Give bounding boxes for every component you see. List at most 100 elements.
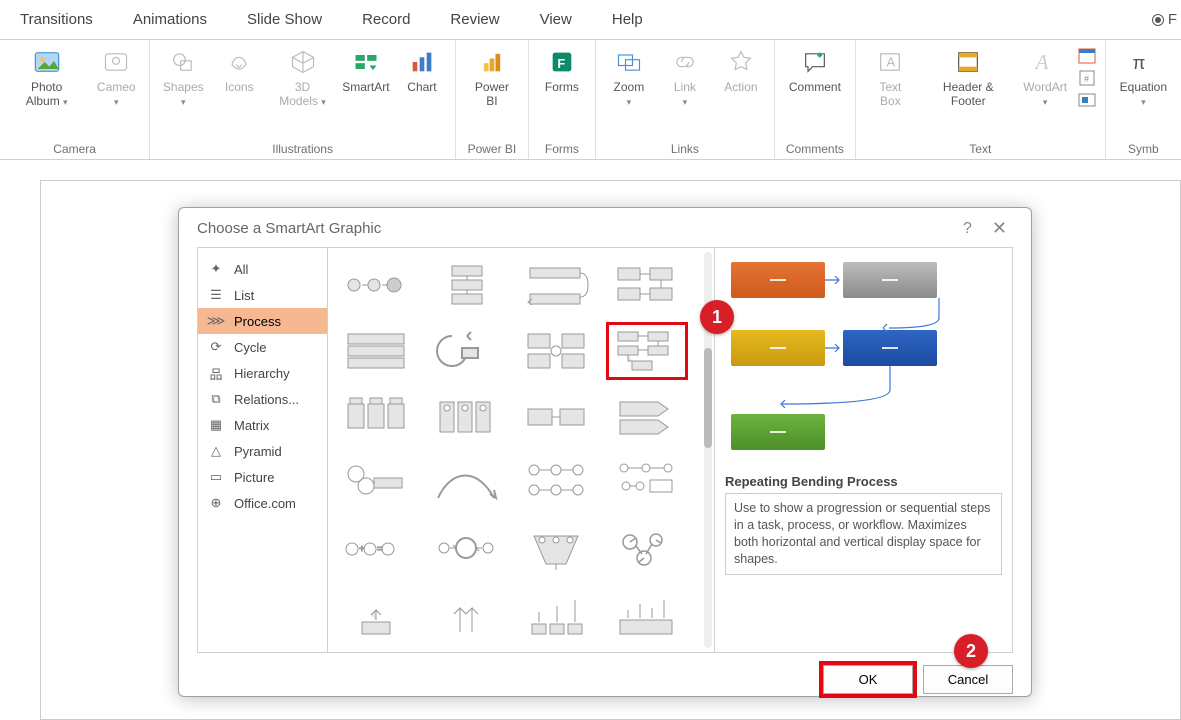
dialog-help-button[interactable]: ? [953,220,982,238]
btn-icons[interactable]: Icons [214,44,264,94]
cat-pyramid[interactable]: △Pyramid [198,438,327,464]
group-label-links: Links [604,140,766,159]
globe-icon: ⊕ [208,495,224,511]
date-icon[interactable] [1077,46,1097,66]
cat-cycle[interactable]: ⟳Cycle [198,334,327,360]
thumb-19[interactable] [516,520,598,578]
cat-process[interactable]: ⋙Process [198,308,327,334]
tab-slideshow[interactable]: Slide Show [227,1,342,38]
cat-all[interactable]: ✦All [198,256,327,282]
cat-office[interactable]: ⊕Office.com [198,490,327,516]
forms-icon: F [548,48,576,76]
wordart-icon: A [1031,48,1059,76]
record-radio[interactable]: F [1152,11,1177,28]
relationship-icon: ⧉ [208,391,224,407]
thumb-21[interactable] [336,586,418,644]
thumb-11[interactable] [516,388,598,446]
btn-3d-models[interactable]: 3D Models ▾ [270,44,335,108]
thumb-5[interactable] [336,322,418,380]
smartart-gallery: += [328,248,714,652]
btn-smartart[interactable]: SmartArt [341,44,391,94]
tab-animations[interactable]: Animations [113,1,227,38]
thumb-24[interactable] [606,586,688,644]
chart-icon [408,48,436,76]
btn-header-footer[interactable]: Header & Footer [923,44,1014,108]
btn-wordart[interactable]: A WordArt▾ [1020,44,1071,108]
thumb-2[interactable] [426,256,508,314]
list-icon: ☰ [208,287,224,303]
svg-text:#: # [1084,74,1089,84]
thumb-20[interactable] [606,520,688,578]
btn-cameo[interactable]: Cameo▾ [91,44,141,108]
textbox-icon: A [876,48,904,76]
dialog-title-text: Choose a SmartArt Graphic [197,220,381,237]
process-icon: ⋙ [208,313,224,329]
thumb-23[interactable] [516,586,598,644]
ribbon: Photo Album ▾ Cameo▾ Camera Shapes▾ Icon… [0,40,1181,160]
thumb-6[interactable] [426,322,508,380]
action-icon [727,48,755,76]
cat-picture[interactable]: ▭Picture [198,464,327,490]
preview-box-3 [731,330,825,366]
thumb-22[interactable] [426,586,508,644]
tab-view[interactable]: View [520,1,592,38]
cameo-icon [102,48,130,76]
btn-powerbi[interactable]: Power BI [464,44,520,108]
cat-list[interactable]: ☰List [198,282,327,308]
cat-matrix[interactable]: ▦Matrix [198,412,327,438]
svg-text:F: F [557,56,565,71]
tab-record[interactable]: Record [342,1,430,38]
object-icon[interactable] [1077,90,1097,110]
thumb-12[interactable] [606,388,688,446]
group-label-powerbi: Power BI [464,140,520,159]
group-label-symbols: Symb [1114,140,1173,159]
thumb-15[interactable] [516,454,598,512]
ok-button[interactable]: OK [823,665,913,694]
equation-icon: π [1129,48,1157,76]
matrix-icon: ▦ [208,417,224,433]
all-icon: ✦ [208,261,224,277]
preview-canvas [725,256,1002,466]
powerbi-icon [478,48,506,76]
annotation-2: 2 [954,634,988,668]
btn-equation[interactable]: π Equation▾ [1114,44,1173,108]
group-label-comments: Comments [783,140,847,159]
slide-number-icon[interactable]: # [1077,68,1097,88]
thumb-1[interactable] [336,256,418,314]
btn-textbox[interactable]: A Text Box [864,44,917,108]
tab-review[interactable]: Review [430,1,519,38]
thumb-18[interactable] [426,520,508,578]
thumb-3[interactable] [516,256,598,314]
thumb-14[interactable] [426,454,508,512]
cat-hierarchy[interactable]: 品Hierarchy [198,360,327,386]
zoom-icon [615,48,643,76]
thumb-7[interactable] [516,322,598,380]
btn-zoom[interactable]: Zoom▾ [604,44,654,108]
cancel-button[interactable]: Cancel [923,665,1013,694]
smartart-preview: Repeating Bending Process Use to show a … [714,248,1012,652]
btn-photo-album[interactable]: Photo Album ▾ [8,44,85,108]
tab-help[interactable]: Help [592,1,663,38]
btn-chart[interactable]: Chart [397,44,447,94]
thumb-4[interactable] [606,256,688,314]
preview-box-2 [843,262,937,298]
thumb-17[interactable]: += [336,520,418,578]
tab-transitions[interactable]: Transitions [0,1,113,38]
btn-shapes[interactable]: Shapes▾ [158,44,208,108]
btn-comment[interactable]: Comment [783,44,847,94]
btn-link[interactable]: Link▾ [660,44,710,108]
thumb-10[interactable] [426,388,508,446]
svg-text:A: A [887,55,896,70]
btn-forms[interactable]: F Forms [537,44,587,94]
menu-tabs: Transitions Animations Slide Show Record… [0,0,1181,40]
dialog-close-button[interactable]: ✕ [982,218,1017,239]
thumb-9[interactable] [336,388,418,446]
gallery-scrollbar-thumb[interactable] [704,348,712,448]
preview-title: Repeating Bending Process [725,474,1002,489]
thumb-repeating-bending-process[interactable] [606,322,688,380]
hierarchy-icon: 品 [208,365,224,381]
btn-action[interactable]: Action [716,44,766,94]
cat-relationship[interactable]: ⧉Relations... [198,386,327,412]
thumb-13[interactable] [336,454,418,512]
thumb-16[interactable] [606,454,688,512]
